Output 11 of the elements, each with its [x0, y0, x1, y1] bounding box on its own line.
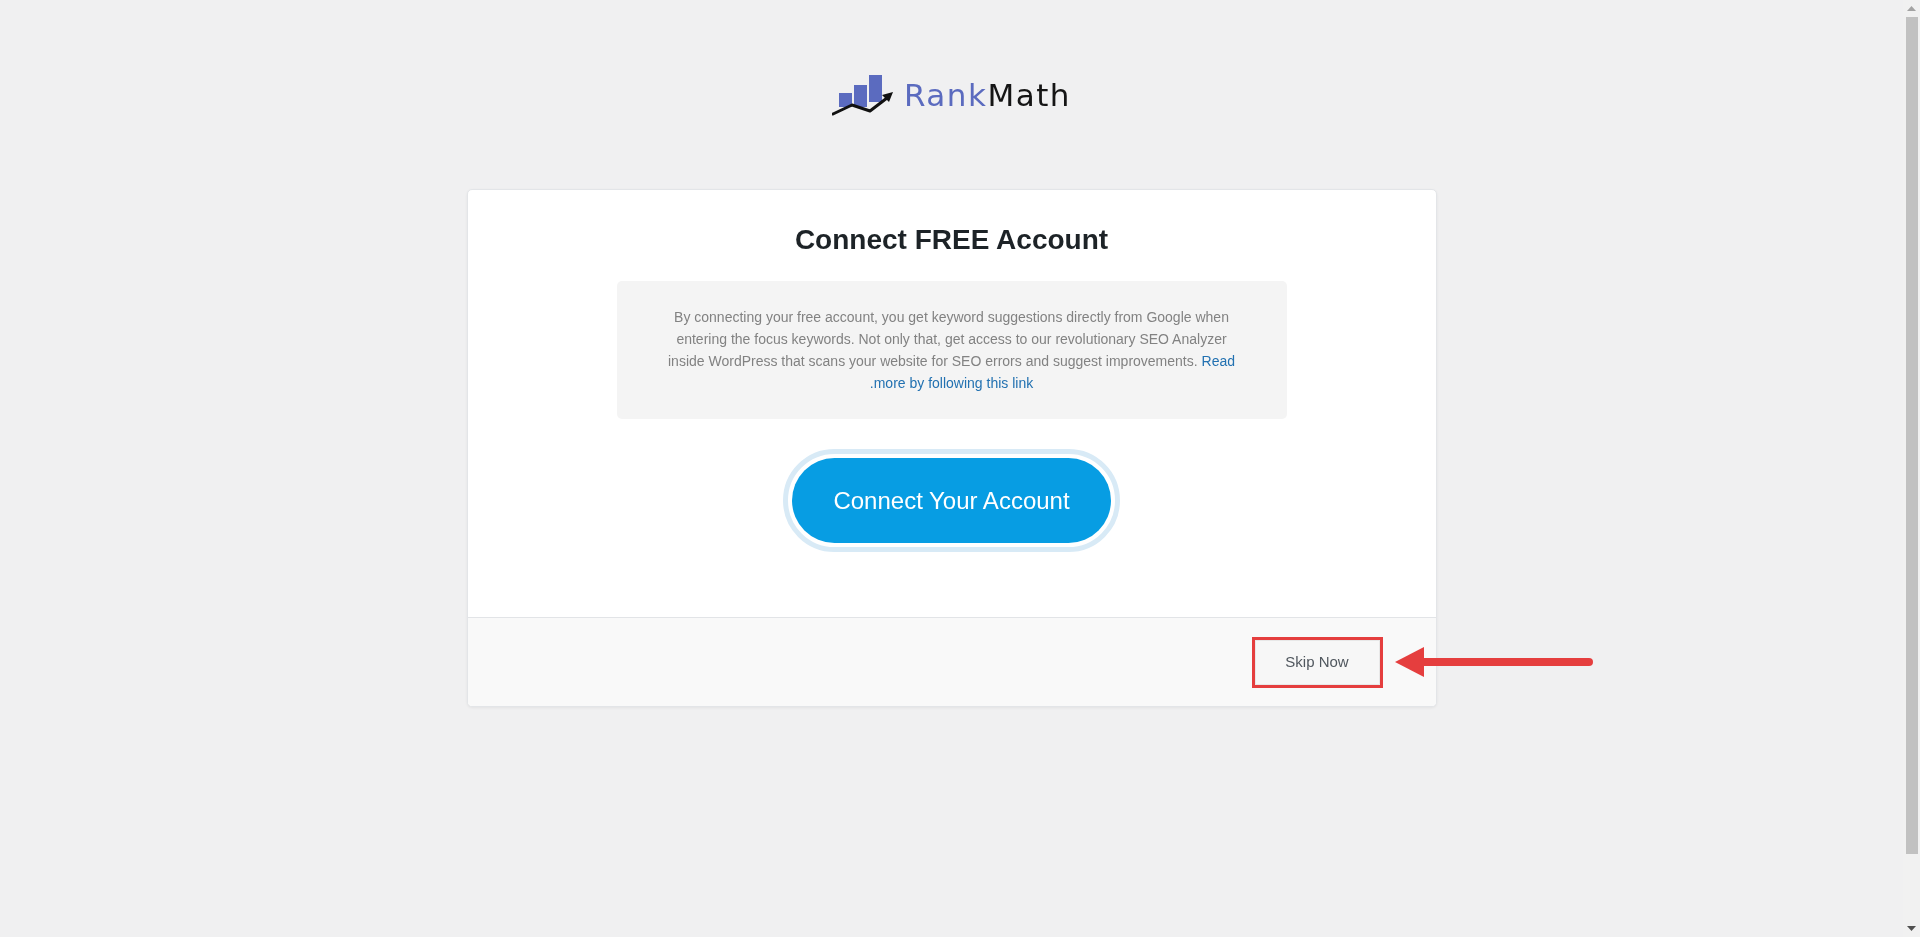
- scroll-up-icon[interactable]: [1907, 6, 1916, 11]
- connect-account-button[interactable]: Connect Your Account: [783, 449, 1120, 552]
- logo-wordmark: RankMath: [904, 76, 1071, 115]
- logo-icon: [832, 74, 894, 116]
- description-text: By connecting your free account, you get keyword suggestions directly from Google when entering the focus keywords. Not only that, get access to our revolutionary SEO Analyzer inside WordPress that scans your website for SEO errors and suggest improvements. Read .more by following this link: [667, 308, 1236, 393]
- read-more-link[interactable]: .more by following this link: [869, 375, 1034, 391]
- scroll-down-icon[interactable]: [1907, 926, 1916, 931]
- scrollbar-thumb[interactable]: [1905, 17, 1918, 854]
- card-title: Connect FREE Account: [794, 224, 1109, 256]
- skip-now-button[interactable]: Skip Now: [1254, 639, 1380, 685]
- read-more-link[interactable]: Read: [1201, 353, 1235, 369]
